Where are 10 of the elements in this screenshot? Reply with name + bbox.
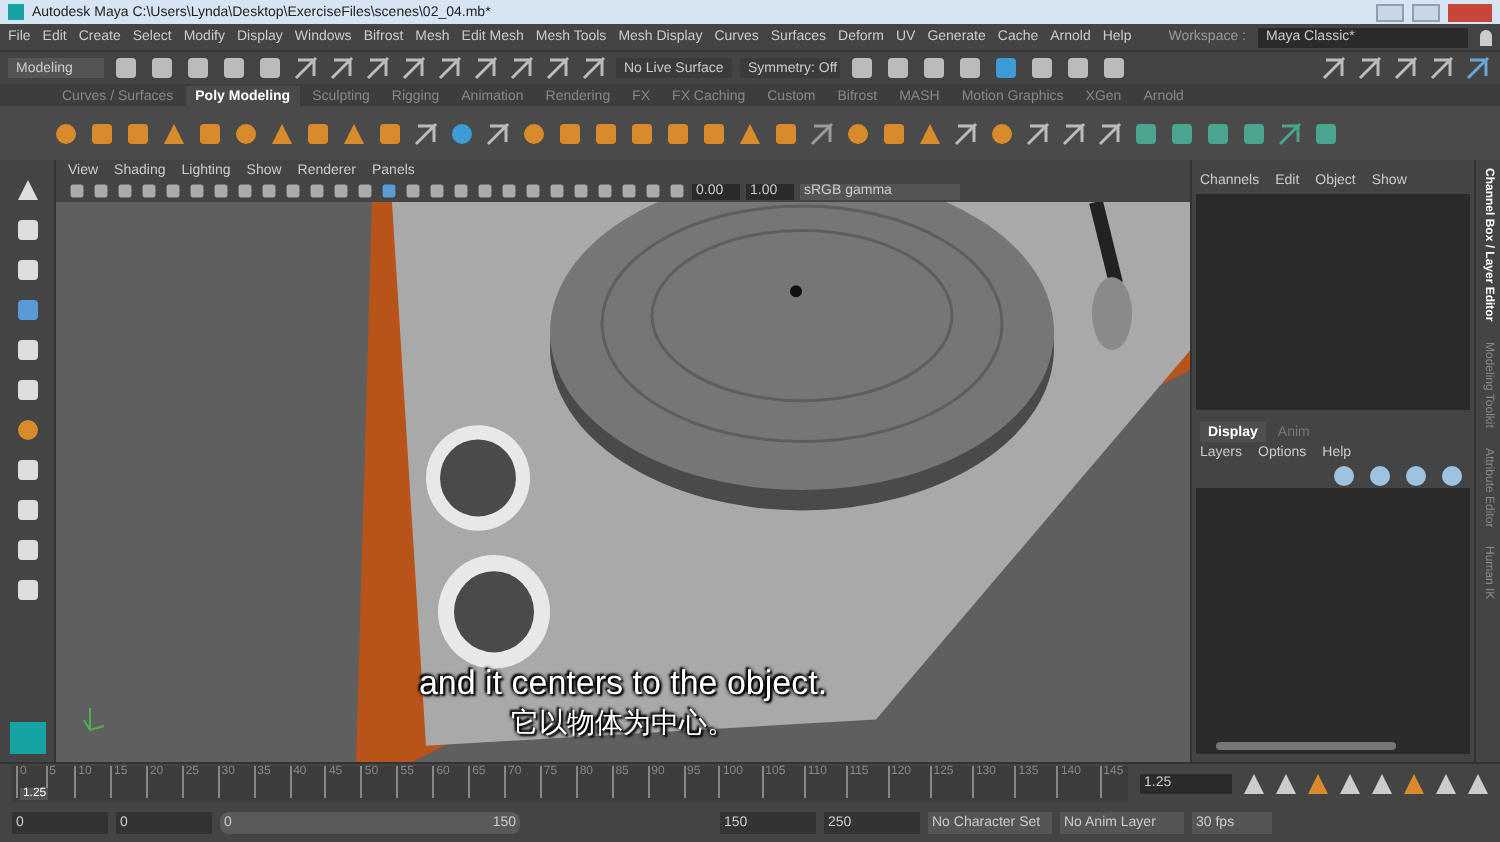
axis-gizmo-icon xyxy=(80,702,108,734)
sphere-icon[interactable] xyxy=(52,119,80,147)
cone-icon[interactable] xyxy=(160,119,188,147)
maya-logo-icon xyxy=(9,722,45,754)
pyramid-icon[interactable] xyxy=(268,119,296,147)
lock-icon xyxy=(1480,29,1492,45)
maya-logo-icon xyxy=(8,4,24,20)
close-button[interactable] xyxy=(1448,3,1492,21)
subtitle-caption: 它以物体为中心。 xyxy=(511,706,735,738)
cube-icon[interactable] xyxy=(88,119,116,147)
